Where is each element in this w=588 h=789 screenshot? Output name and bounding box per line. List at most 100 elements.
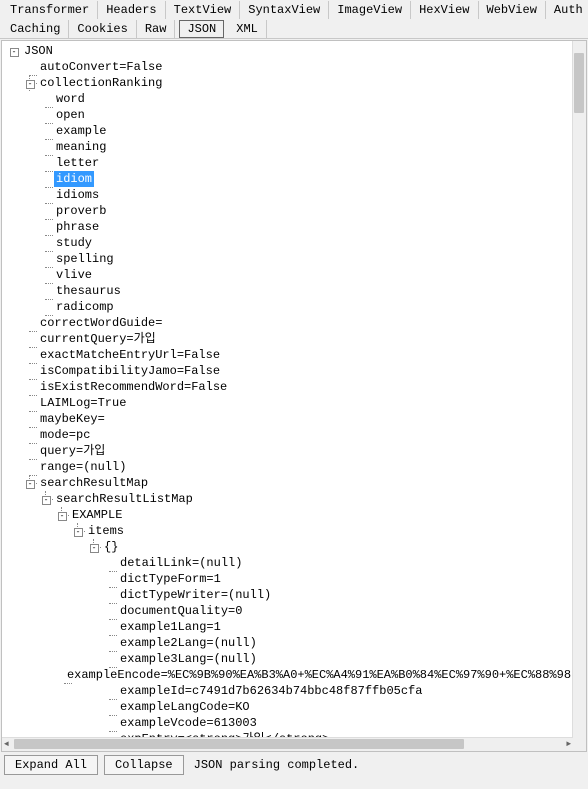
tab-webview[interactable]: WebView xyxy=(479,1,546,19)
tree-node-label[interactable]: dictTypeWriter=(null) xyxy=(118,587,273,603)
tree-node[interactable]: -searchResultMap xyxy=(6,475,573,491)
tree-node[interactable]: open xyxy=(6,107,573,123)
tree-node[interactable]: -collectionRanking xyxy=(6,75,573,91)
tree-node-label[interactable]: searchResultListMap xyxy=(54,491,195,507)
tree-node[interactable]: exampleId=c7491d7b62634b74bbc48f87ffb05c… xyxy=(6,683,573,699)
tab-hexview[interactable]: HexView xyxy=(411,1,478,19)
tree-node-label[interactable]: vlive xyxy=(54,267,94,283)
tree-node[interactable]: letter xyxy=(6,155,573,171)
tree-node[interactable]: autoConvert=False xyxy=(6,59,573,75)
tab-auth[interactable]: Auth xyxy=(546,1,588,19)
tree-node[interactable]: query=가입 xyxy=(6,443,573,459)
tree-node-label[interactable]: mode=pc xyxy=(38,427,92,443)
tree-node-label[interactable]: exampleVcode=613003 xyxy=(118,715,259,731)
tab-transformer[interactable]: Transformer xyxy=(2,1,98,19)
tree-node[interactable]: example1Lang=1 xyxy=(6,619,573,635)
tree-node[interactable]: study xyxy=(6,235,573,251)
tree-node-label[interactable]: example3Lang=(null) xyxy=(118,651,259,667)
tree-node-label[interactable]: letter xyxy=(54,155,101,171)
tree-node-label[interactable]: LAIMLog=True xyxy=(38,395,128,411)
collapse-button[interactable]: Collapse xyxy=(104,755,184,775)
tree-node-label[interactable]: idiom xyxy=(54,171,94,187)
tree-node-label[interactable]: meaning xyxy=(54,139,108,155)
tree-node[interactable]: spelling xyxy=(6,251,573,267)
tree-node[interactable]: vlive xyxy=(6,267,573,283)
tree-node-label[interactable]: isExistRecommendWord=False xyxy=(38,379,229,395)
tree-node[interactable]: idiom xyxy=(6,171,573,187)
tree-node-label[interactable]: example2Lang=(null) xyxy=(118,635,259,651)
tree-node[interactable]: -{} xyxy=(6,539,573,555)
tab-headers[interactable]: Headers xyxy=(98,1,165,19)
tree-node-label[interactable]: currentQuery=가입 xyxy=(38,331,158,347)
tree-node-label[interactable]: exampleEncode=%EC%9B%90%EA%B3%A0+%EC%A4%… xyxy=(65,667,573,683)
collapse-icon[interactable]: - xyxy=(10,48,19,57)
tree-node[interactable]: isExistRecommendWord=False xyxy=(6,379,573,395)
tree-node-label[interactable]: example xyxy=(54,123,108,139)
tree-node[interactable]: range=(null) xyxy=(6,459,573,475)
tree-node-label[interactable]: query=가입 xyxy=(38,443,107,459)
tree-node-label[interactable]: documentQuality=0 xyxy=(118,603,244,619)
tree-node[interactable]: dictTypeWriter=(null) xyxy=(6,587,573,603)
tree-node[interactable]: mode=pc xyxy=(6,427,573,443)
tree-node[interactable]: -searchResultListMap xyxy=(6,491,573,507)
tree-node[interactable]: documentQuality=0 xyxy=(6,603,573,619)
tree-node[interactable]: radicomp xyxy=(6,299,573,315)
tree-node-label[interactable]: correctWordGuide= xyxy=(38,315,164,331)
tab-syntaxview[interactable]: SyntaxView xyxy=(240,1,329,19)
tree-node[interactable]: -items xyxy=(6,523,573,539)
tree-node-label[interactable]: word xyxy=(54,91,87,107)
tree-node[interactable]: LAIMLog=True xyxy=(6,395,573,411)
tree-node-label[interactable]: detailLink=(null) xyxy=(118,555,244,571)
tree-node-label[interactable]: proverb xyxy=(54,203,108,219)
collapse-icon[interactable]: - xyxy=(42,496,51,505)
tree-node[interactable]: phrase xyxy=(6,219,573,235)
tree-node[interactable]: exampleLangCode=KO xyxy=(6,699,573,715)
tree-node-label[interactable]: maybeKey= xyxy=(38,411,107,427)
tree-node-label[interactable]: range=(null) xyxy=(38,459,128,475)
expand-all-button[interactable]: Expand All xyxy=(4,755,98,775)
tree-node[interactable]: example3Lang=(null) xyxy=(6,651,573,667)
tree-node[interactable]: thesaurus xyxy=(6,283,573,299)
tree-node-label[interactable]: open xyxy=(54,107,87,123)
tree-node[interactable]: exampleEncode=%EC%9B%90%EA%B3%A0+%EC%A4%… xyxy=(6,667,573,683)
tree-node-label[interactable]: idioms xyxy=(54,187,101,203)
tree-node[interactable]: maybeKey= xyxy=(6,411,573,427)
tab-cookies[interactable]: Cookies xyxy=(69,20,136,38)
tree-node-label[interactable]: EXAMPLE xyxy=(70,507,124,523)
collapse-icon[interactable]: - xyxy=(26,480,35,489)
tree-node[interactable]: isCompatibilityJamo=False xyxy=(6,363,573,379)
tree-node-label[interactable]: spelling xyxy=(54,251,116,267)
tree-node[interactable]: example xyxy=(6,123,573,139)
collapse-icon[interactable]: - xyxy=(74,528,83,537)
tree-node[interactable]: dictTypeForm=1 xyxy=(6,571,573,587)
tree-node-label[interactable]: thesaurus xyxy=(54,283,123,299)
tree-node-label[interactable]: study xyxy=(54,235,94,251)
tree-node-label[interactable]: exampleId=c7491d7b62634b74bbc48f87ffb05c… xyxy=(118,683,424,699)
tree-node-label[interactable]: isCompatibilityJamo=False xyxy=(38,363,222,379)
tree-node-label[interactable]: JSON xyxy=(22,43,55,59)
tree-node-label[interactable]: searchResultMap xyxy=(38,475,150,491)
tree-node[interactable]: exampleVcode=613003 xyxy=(6,715,573,731)
tree-node-label[interactable]: radicomp xyxy=(54,299,116,315)
tree-node-label[interactable]: autoConvert=False xyxy=(38,59,164,75)
tree-node[interactable]: correctWordGuide= xyxy=(6,315,573,331)
tree-node-label[interactable]: exactMatcheEntryUrl=False xyxy=(38,347,222,363)
horizontal-scrollbar[interactable]: ◄ ► xyxy=(2,737,573,751)
vertical-scrollbar[interactable] xyxy=(572,41,586,738)
tree-node-label[interactable]: phrase xyxy=(54,219,101,235)
tab-caching[interactable]: Caching xyxy=(2,20,69,38)
tree-node[interactable]: meaning xyxy=(6,139,573,155)
tree-node[interactable]: example2Lang=(null) xyxy=(6,635,573,651)
tree-root[interactable]: -JSON xyxy=(6,43,573,59)
collapse-icon[interactable]: - xyxy=(90,544,99,553)
tab-raw[interactable]: Raw xyxy=(137,20,176,38)
tree-node-label[interactable]: dictTypeForm=1 xyxy=(118,571,223,587)
tree-node[interactable]: word xyxy=(6,91,573,107)
tab-json[interactable]: JSON xyxy=(179,20,224,38)
tree-node[interactable]: detailLink=(null) xyxy=(6,555,573,571)
tree-node[interactable]: proverb xyxy=(6,203,573,219)
tree-node[interactable]: exactMatcheEntryUrl=False xyxy=(6,347,573,363)
tree-node-label[interactable]: exampleLangCode=KO xyxy=(118,699,252,715)
tree-node-label[interactable]: example1Lang=1 xyxy=(118,619,223,635)
tab-xml[interactable]: XML xyxy=(228,20,267,38)
